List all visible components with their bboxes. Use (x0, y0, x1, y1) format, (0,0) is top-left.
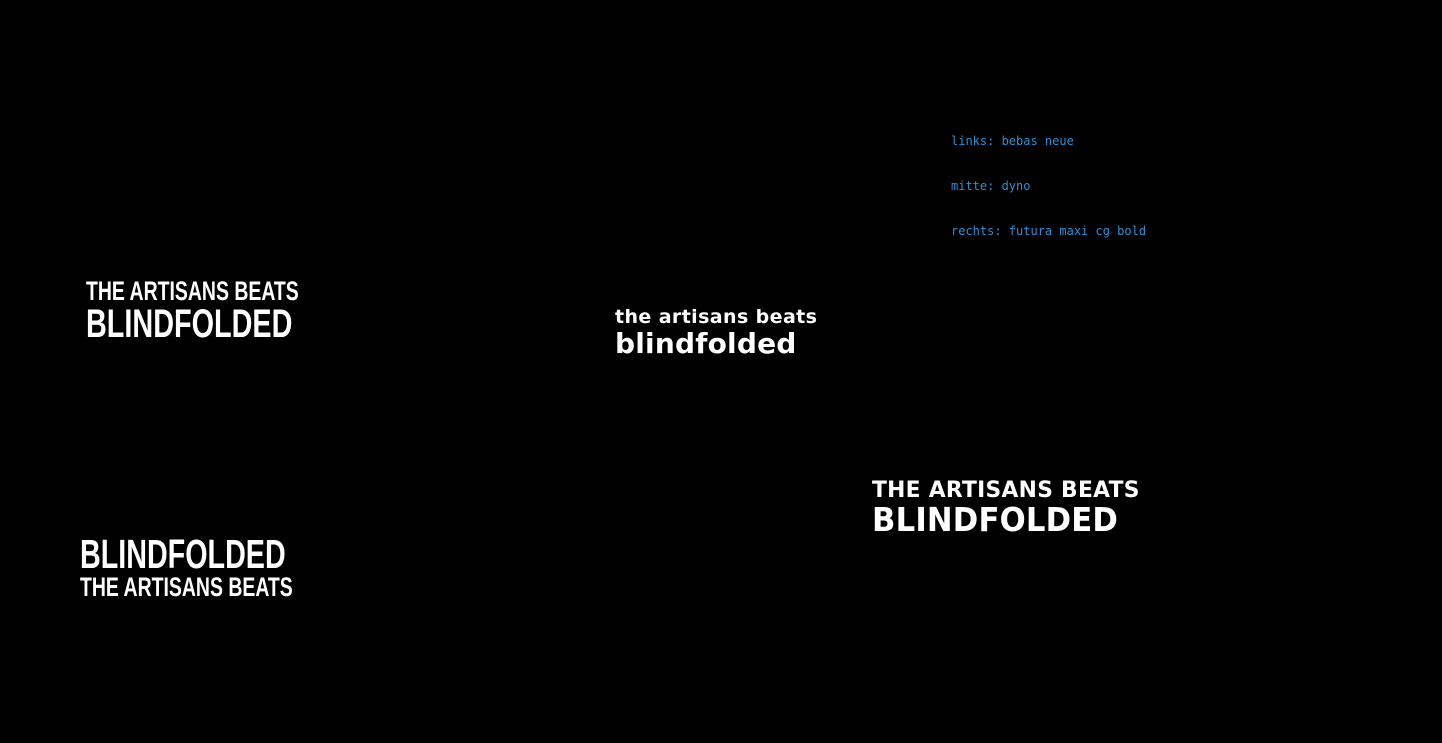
note-left-font: links: bebas neue (951, 134, 1074, 148)
font-notes: links: bebas neue mitte: dyno rechts: fu… (951, 104, 1146, 254)
sample-futura-title: BLINDFOLDED (872, 500, 1119, 539)
sample-bebas-top-artist: THE ARTISANS BEATS (86, 276, 299, 306)
sample-dyno-artist: the artisans beats (615, 306, 818, 328)
sample-bebas-bottom: BLINDFOLDED THE ARTISANS BEATS (80, 531, 376, 602)
sample-bebas-top: THE ARTISANS BEATS BLINDFOLDED (86, 276, 382, 346)
note-right-font: rechts: futura maxi cg bold (951, 224, 1147, 238)
note-middle-font: mitte: dyno (951, 179, 1031, 193)
sample-bebas-top-title: BLINDFOLDED (86, 302, 293, 346)
sample-futura: THE ARTISANS BEATS BLINDFOLDED (872, 478, 1142, 536)
sample-bebas-bottom-artist: THE ARTISANS BEATS (80, 572, 293, 602)
sample-bebas-bottom-title: BLINDFOLDED (80, 531, 286, 577)
sample-dyno: the artisans beats blindfolded (615, 305, 817, 359)
sample-dyno-title: blindfolded (615, 327, 797, 360)
